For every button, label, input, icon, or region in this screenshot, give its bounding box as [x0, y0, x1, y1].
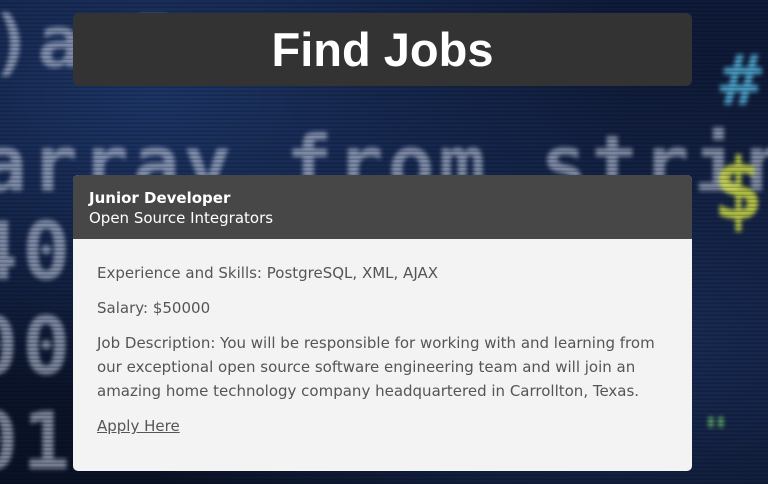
job-card-body: Experience and Skills: PostgreSQL, XML, … — [73, 239, 692, 438]
company-name: Open Source Integrators — [89, 209, 274, 227]
job-card: Junior Developer Open Source Integrators… — [73, 175, 692, 471]
apply-link[interactable]: Apply Here — [97, 417, 180, 435]
job-skills: Experience and Skills: PostgreSQL, XML, … — [97, 264, 439, 282]
job-card-header: Junior Developer Open Source Integrators — [73, 175, 692, 239]
job-description: Job Description: You will be responsible… — [97, 334, 655, 400]
job-title: Junior Developer — [89, 189, 231, 207]
page-title: Find Jobs — [271, 23, 494, 76]
job-salary: Salary: $50000 — [97, 299, 211, 317]
page-header: Find Jobs — [73, 13, 692, 86]
